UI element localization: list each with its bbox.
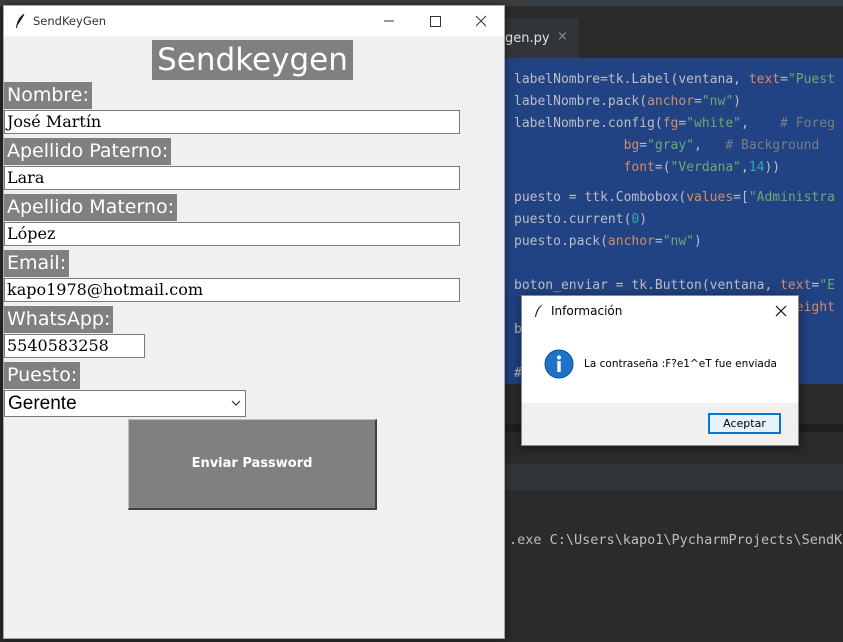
- maximize-icon[interactable]: [412, 6, 458, 36]
- ide-tab-bar: gen.py ×: [503, 18, 843, 60]
- email-label: Email:: [4, 250, 70, 277]
- code-token: "white": [686, 116, 741, 131]
- code-token: font: [623, 160, 655, 175]
- code-token: anchor: [607, 234, 655, 249]
- code-line: labelNombre=tk.Label(ventana, text="Pues…: [514, 69, 835, 91]
- whatsapp-label: WhatsApp:: [4, 306, 114, 333]
- code-token: "E: [819, 278, 835, 293]
- code-token: # Foreg: [780, 116, 835, 131]
- code-token: fg: [662, 116, 679, 131]
- tab-label: gen.py: [505, 31, 550, 46]
- code-token: ): [639, 212, 648, 227]
- tk-feather-icon: [535, 304, 543, 317]
- code-token: # Background: [725, 138, 820, 153]
- info-icon: [544, 349, 574, 379]
- code-token: boton_enviar = tk.Button(ventana,: [514, 278, 781, 293]
- code-token: =[: [733, 190, 749, 205]
- code-token: puesto = ttk.Combobox(: [514, 190, 687, 205]
- code-token: text: [780, 278, 812, 293]
- code-token: puesto.current(: [514, 212, 632, 227]
- tab-close-icon[interactable]: ×: [557, 29, 568, 44]
- code-token: ): [733, 94, 741, 109]
- code-token: "nw": [662, 234, 695, 249]
- puesto-label: Puesto:: [4, 362, 81, 389]
- app-heading: Sendkeygen: [152, 40, 353, 80]
- code-token: ): [694, 234, 702, 249]
- code-token: =: [780, 72, 788, 87]
- code-line: font=("Verdana",14)): [514, 157, 781, 179]
- send-password-button[interactable]: Enviar Password: [128, 419, 377, 510]
- code-line: boton_enviar = tk.Button(ventana, text="…: [514, 275, 835, 297]
- whatsapp-input[interactable]: 5540583258: [4, 334, 145, 358]
- code-token: =: [639, 138, 648, 153]
- code-line: labelNombre.config(fg="white", # Foreg: [514, 113, 835, 135]
- apellido-paterno-label: Apellido Paterno:: [4, 138, 172, 165]
- console-toolbar: [503, 464, 843, 490]
- code-token: "Administra: [748, 190, 835, 205]
- close-icon[interactable]: [458, 6, 504, 36]
- code-token: anchor: [647, 94, 695, 109]
- close-icon[interactable]: [770, 301, 792, 321]
- dialog-footer: Aceptar: [522, 403, 798, 445]
- code-token: )): [764, 160, 781, 175]
- info-dialog: Información La contraseña :F?e1^eT fue e…: [521, 295, 799, 446]
- code-token: "Verdana": [670, 160, 741, 175]
- code-token: labelNombre.pack(: [514, 94, 648, 109]
- code-token: ,: [694, 138, 726, 153]
- chevron-down-icon[interactable]: [231, 399, 241, 407]
- apellido-paterno-input[interactable]: Lara: [4, 166, 460, 190]
- console-output: .exe C:\Users\kapo1\PycharmProjects\Send…: [509, 532, 843, 548]
- code-token: ,: [741, 116, 781, 131]
- code-line: puesto.current(0): [514, 209, 647, 231]
- sendkeygen-window: SendKeyGen Sendkeygen Nombre: José Martí…: [3, 5, 505, 639]
- tab-editor-file[interactable]: gen.py ×: [503, 18, 579, 60]
- code-token: "nw": [701, 94, 734, 109]
- minimize-icon[interactable]: [366, 6, 412, 36]
- dialog-message: La contraseña :F?e1^eT fue enviada: [584, 358, 777, 370]
- nombre-input[interactable]: José Martín: [4, 110, 460, 134]
- tk-feather-icon: [16, 13, 25, 28]
- apellido-materno-input[interactable]: López: [4, 222, 460, 246]
- puesto-selected-value: Gerente: [8, 393, 77, 414]
- code-token: labelNombre.config(: [514, 116, 663, 131]
- code-token: text: [748, 72, 781, 87]
- code-token: bg: [623, 138, 640, 153]
- window-title: SendKeyGen: [33, 14, 107, 28]
- code-token: =: [654, 234, 663, 249]
- code-line: puesto.pack(anchor="nw"): [514, 231, 702, 253]
- ok-button[interactable]: Aceptar: [708, 413, 781, 434]
- code-line: bg="gray", # Background: [514, 135, 820, 157]
- code-token: 14: [748, 160, 765, 175]
- code-line: labelNombre.pack(anchor="nw"): [514, 91, 741, 113]
- code-line: puesto = ttk.Combobox(values=["Administr…: [514, 187, 835, 209]
- apellido-materno-label: Apellido Materno:: [4, 194, 178, 221]
- code-token: "gray": [647, 138, 695, 153]
- code-token: ,: [741, 160, 749, 175]
- code-token: puesto.pack(: [514, 234, 608, 249]
- code-token: labelNombre=tk.Label(ventana,: [514, 72, 749, 87]
- nombre-label: Nombre:: [4, 82, 92, 109]
- code-token: values: [686, 190, 734, 205]
- dialog-title: Información: [551, 304, 623, 318]
- email-input[interactable]: kapo1978@hotmail.com: [4, 278, 460, 302]
- code-token: =: [694, 94, 702, 109]
- run-console[interactable]: .exe C:\Users\kapo1\PycharmProjects\Send…: [503, 432, 843, 642]
- puesto-combobox[interactable]: Gerente: [4, 390, 246, 417]
- window-titlebar[interactable]: SendKeyGen: [4, 6, 504, 36]
- code-token: "Puest: [787, 72, 835, 87]
- code-token: =(: [654, 160, 671, 175]
